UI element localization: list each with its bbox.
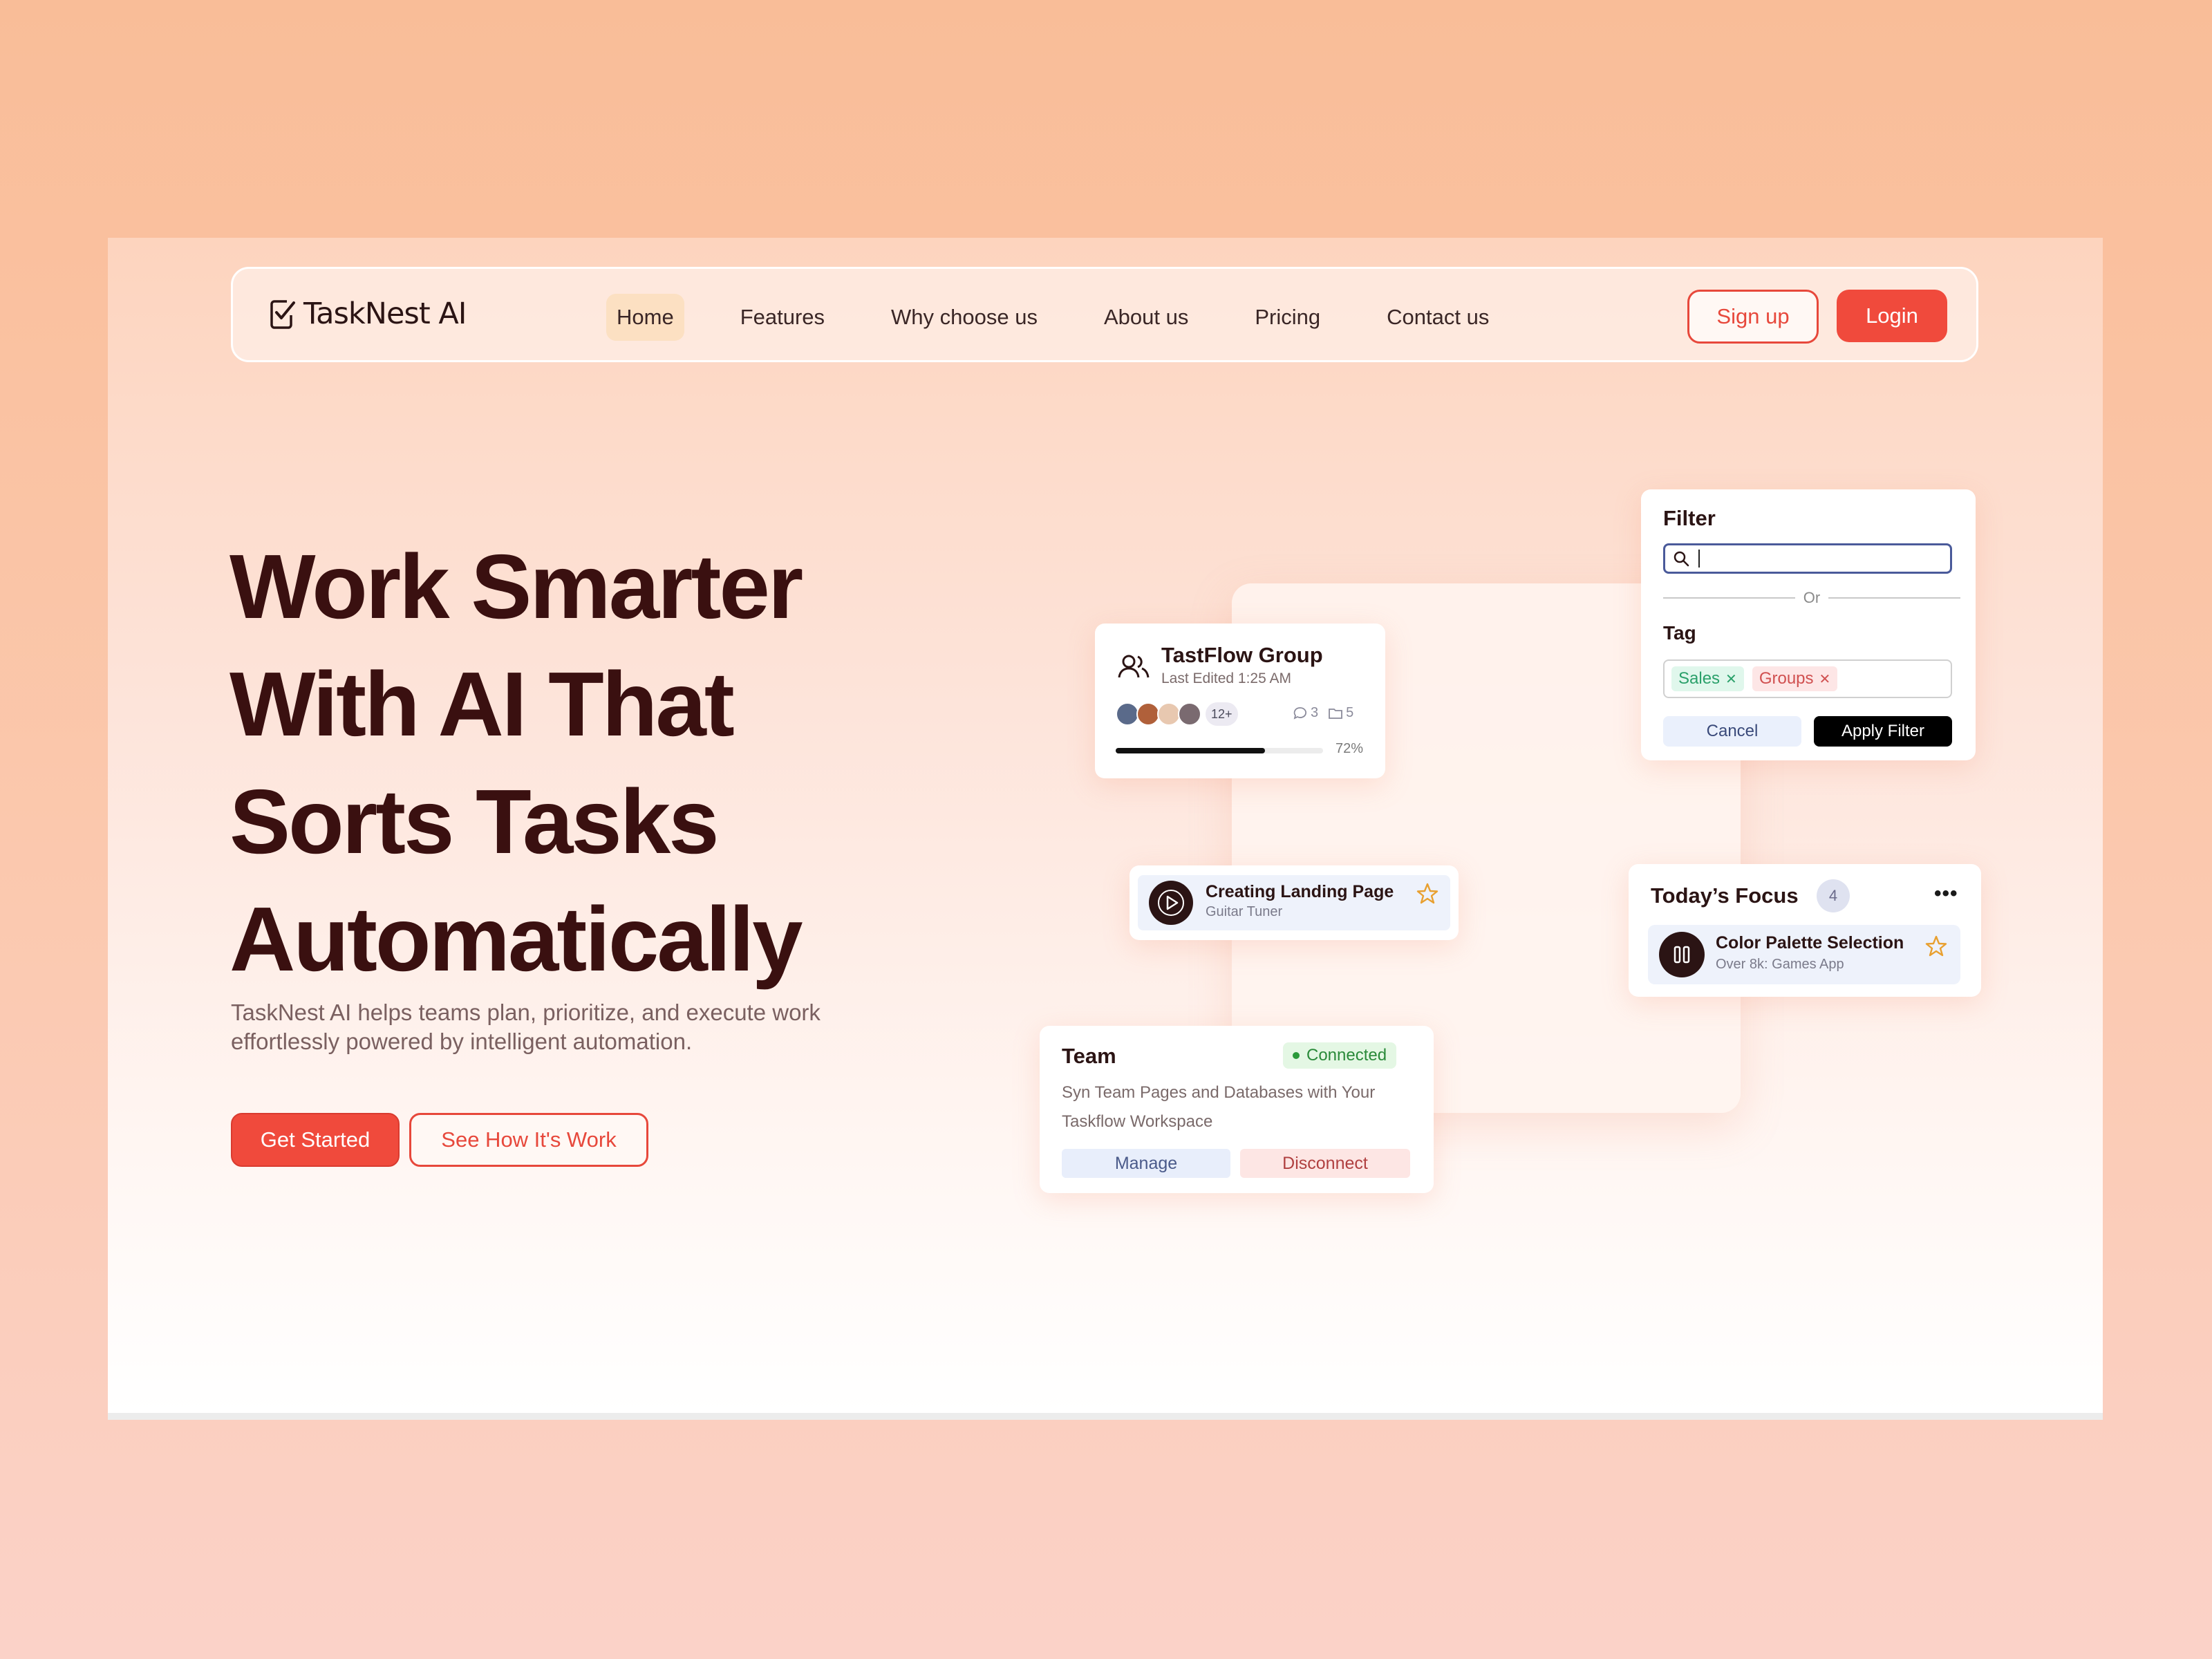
filter-search-input[interactable] [1663, 543, 1952, 574]
hero-description: TaskNest AI helps teams plan, prioritize… [231, 1000, 821, 1054]
divider-line [1828, 597, 1961, 599]
tag-chip-groups[interactable]: Groups ✕ [1752, 666, 1838, 691]
avatar [1136, 702, 1160, 726]
status-dot [1293, 1052, 1300, 1059]
focus-task-item[interactable]: Color Palette Selection Over 8k: Games A… [1648, 925, 1960, 984]
group-stats: 3 5 [1293, 705, 1353, 721]
search-icon [1674, 551, 1689, 567]
nav-link-contact-us[interactable]: Contact us [1376, 294, 1499, 341]
login-button[interactable]: Login [1837, 290, 1947, 342]
nav-link-pricing[interactable]: Pricing [1244, 294, 1331, 341]
play-button[interactable] [1149, 881, 1193, 925]
group-card[interactable]: TastFlow Group Last Edited 1:25 AM 12+ 3… [1095, 624, 1385, 778]
team-card: Team Connected Syn Team Pages and Databa… [1040, 1026, 1434, 1193]
manage-button[interactable]: Manage [1062, 1149, 1230, 1178]
tag-title: Tag [1663, 622, 1696, 644]
page-frame: TaskNest AI Home Features Why choose us … [108, 238, 2103, 1420]
tag-chip-sales[interactable]: Sales ✕ [1671, 666, 1744, 691]
avatar-stack: 12+ [1116, 702, 1238, 726]
see-how-it-works-button[interactable]: See How It's Work [409, 1113, 648, 1167]
avatar [1116, 702, 1139, 726]
nav-link-home[interactable]: Home [606, 294, 684, 341]
nav-link-why-choose-us[interactable]: Why choose us [881, 294, 1048, 341]
apply-filter-button[interactable]: Apply Filter [1814, 716, 1952, 747]
avatar [1157, 702, 1181, 726]
hero-title-line: Work Smarter [229, 536, 803, 637]
text-caret [1698, 550, 1700, 568]
nav-link-about-us[interactable]: About us [1094, 294, 1199, 341]
brand-logo[interactable]: TaskNest AI [269, 297, 467, 331]
folder-icon [1329, 708, 1343, 719]
folders-count: 5 [1346, 705, 1354, 720]
top-navbar: TaskNest AI Home Features Why choose us … [231, 267, 1978, 362]
hero-title: Work Smarter With AI That Sorts Tasks Au… [229, 528, 1059, 998]
star-icon[interactable] [1416, 882, 1439, 906]
chat-icon [1293, 706, 1306, 720]
get-started-button[interactable]: Get Started [231, 1113, 400, 1167]
hero-title-line: Automatically [229, 888, 803, 990]
group-title: TastFlow Group [1161, 643, 1323, 667]
or-divider: Or [1663, 589, 1961, 607]
task-title: Creating Landing Page [1206, 882, 1394, 901]
avatar-more-count: 12+ [1206, 702, 1238, 726]
focus-task-title: Color Palette Selection [1716, 933, 1904, 953]
cancel-button[interactable]: Cancel [1663, 716, 1801, 747]
users-icon [1118, 655, 1150, 678]
connection-status-badge: Connected [1283, 1042, 1397, 1069]
play-icon [1158, 890, 1184, 916]
tag-input[interactable]: Sales ✕ Groups ✕ [1663, 659, 1952, 698]
avatar [1178, 702, 1201, 726]
task-item: Creating Landing Page Guitar Tuner [1138, 875, 1450, 930]
filter-card: Filter Or Tag Sales ✕ Groups ✕ Cancel Ap… [1641, 489, 1976, 760]
divider-line [1663, 597, 1795, 599]
comments-stat: 3 [1293, 705, 1318, 721]
todays-focus-card: Today’s Focus 4 ••• Color Palette Select… [1629, 864, 1981, 997]
disconnect-button[interactable]: Disconnect [1240, 1149, 1410, 1178]
or-label: Or [1803, 589, 1821, 606]
team-description: Syn Team Pages and Databases with Your T… [1062, 1083, 1376, 1131]
check-list-icon [270, 300, 295, 329]
star-icon[interactable] [1924, 935, 1948, 958]
close-icon[interactable]: ✕ [1819, 671, 1831, 688]
focus-task-subtitle: Over 8k: Games App [1716, 957, 1844, 972]
hero-title-line: Sorts Tasks [229, 771, 720, 872]
filter-title: Filter [1663, 506, 1716, 530]
close-icon[interactable]: ✕ [1725, 671, 1737, 688]
comments-count: 3 [1311, 705, 1319, 720]
nav-links: Home Features Why choose us About us Pri… [606, 294, 1545, 341]
pause-button[interactable] [1659, 932, 1705, 977]
status-label: Connected [1306, 1046, 1387, 1065]
team-title: Team [1062, 1044, 1116, 1068]
nav-link-features[interactable]: Features [730, 294, 835, 341]
progress-fill [1116, 748, 1265, 753]
focus-count-badge: 4 [1817, 879, 1850, 912]
focus-title: Today’s Focus [1651, 883, 1799, 908]
progress-bar [1116, 748, 1323, 753]
more-options-icon[interactable]: ••• [1934, 882, 1958, 906]
pause-icon [1674, 946, 1690, 964]
signup-button[interactable]: Sign up [1687, 290, 1819, 344]
folders-stat: 5 [1328, 705, 1353, 721]
tag-chip-label: Sales [1678, 669, 1721, 688]
hero-title-line: With AI That [229, 653, 735, 755]
task-subtitle: Guitar Tuner [1206, 904, 1283, 919]
group-last-edited: Last Edited 1:25 AM [1161, 671, 1291, 686]
task-card[interactable]: Creating Landing Page Guitar Tuner [1130, 865, 1459, 940]
tag-chip-label: Groups [1759, 669, 1814, 688]
brand-name: TaskNest AI [303, 297, 467, 331]
progress-percent: 72% [1335, 741, 1364, 756]
